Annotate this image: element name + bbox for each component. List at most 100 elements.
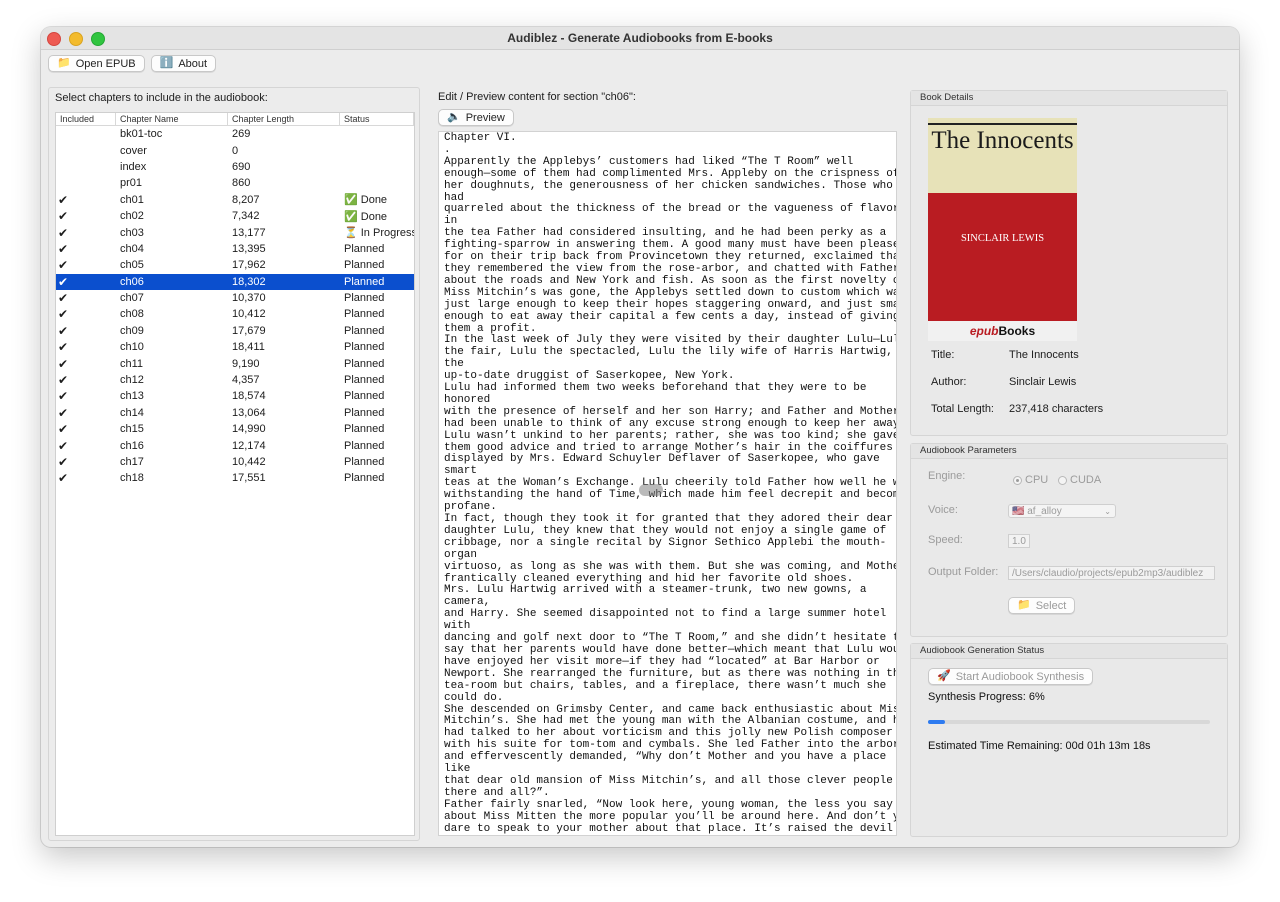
chapter-table[interactable]: Included Chapter Name Chapter Length Sta… bbox=[55, 112, 415, 836]
table-row[interactable]: cover 0 bbox=[56, 142, 414, 158]
table-row[interactable]: ✔ ch09 17,679 Planned bbox=[56, 323, 414, 339]
start-synthesis-button[interactable]: 🚀 Start Audiobook Synthesis bbox=[928, 668, 1094, 685]
included-checkmark[interactable]: ✔ bbox=[56, 193, 116, 207]
chapter-name: ch14 bbox=[120, 406, 144, 419]
included-checkmark[interactable]: ✔ bbox=[56, 455, 116, 469]
preview-button[interactable]: 🔈 Preview bbox=[438, 109, 514, 126]
chapter-name: ch07 bbox=[120, 292, 144, 305]
book-length-value: 237,418 characters bbox=[1009, 403, 1104, 415]
chapter-name: index bbox=[120, 160, 147, 173]
chapter-length: 10,412 bbox=[232, 308, 266, 321]
close-window-button[interactable] bbox=[47, 32, 61, 46]
header-chapter-length[interactable]: Chapter Length bbox=[228, 113, 340, 125]
chapter-length: 860 bbox=[232, 177, 251, 190]
table-row[interactable]: ✔ ch15 14,990 Planned bbox=[56, 421, 414, 437]
about-button[interactable]: ℹ️ About bbox=[150, 55, 217, 72]
about-label: About bbox=[178, 57, 208, 70]
chapter-name: ch03 bbox=[120, 226, 144, 239]
included-checkmark[interactable]: ✔ bbox=[56, 275, 116, 289]
included-checkmark[interactable]: ✔ bbox=[56, 209, 116, 223]
included-checkmark[interactable]: ✔ bbox=[56, 258, 116, 272]
included-checkmark[interactable]: ✔ bbox=[56, 406, 116, 420]
table-row[interactable]: ✔ ch16 12,174 Planned bbox=[56, 437, 414, 453]
chapter-length: 12,174 bbox=[232, 439, 266, 452]
book-title-label: Title: bbox=[931, 349, 955, 361]
generation-status-group: Audiobook Generation Status 🚀 Start Audi… bbox=[910, 643, 1228, 837]
chapter-status: Planned bbox=[344, 374, 385, 387]
book-title-row: Title: The Innocents bbox=[931, 349, 1079, 361]
chapter-name: ch18 bbox=[120, 472, 144, 485]
table-row[interactable]: ✔ ch07 10,370 Planned bbox=[56, 290, 414, 306]
chapter-length: 10,370 bbox=[232, 292, 266, 305]
engine-label: Engine: bbox=[928, 470, 966, 482]
table-row[interactable]: pr01 860 bbox=[56, 175, 414, 191]
cover-publisher: epubBooks bbox=[928, 321, 1077, 341]
book-author-row: Author: Sinclair Lewis bbox=[931, 376, 1076, 388]
output-folder-input[interactable]: /Users/claudio/projects/epub2mp3/audible… bbox=[1008, 566, 1215, 580]
chapter-status: Planned bbox=[344, 456, 385, 468]
table-row[interactable]: ✔ ch06 18,302 Planned bbox=[56, 273, 414, 290]
audiobook-parameters-group: Audiobook Parameters Engine: CPU CUDA Vo… bbox=[910, 443, 1228, 637]
table-row[interactable]: ✔ ch13 18,574 Planned bbox=[56, 388, 414, 404]
table-row[interactable]: ✔ ch05 17,962 Planned bbox=[56, 257, 414, 273]
book-author-value: Sinclair Lewis bbox=[1009, 376, 1077, 388]
engine-cpu-radio[interactable]: CPU bbox=[1013, 474, 1048, 486]
chapter-length: 4,357 bbox=[232, 374, 260, 387]
chapter-length: 7,342 bbox=[232, 210, 260, 223]
chapter-text-editor[interactable]: Chapter VI. . Apparently the Applebys’ c… bbox=[438, 131, 897, 836]
toolbar: 📁 Open EPUB ℹ️ About bbox=[48, 55, 217, 72]
speed-input[interactable]: 1.0 bbox=[1008, 534, 1030, 548]
chapter-name: ch06 bbox=[120, 275, 144, 288]
included-checkmark[interactable]: ✔ bbox=[56, 439, 116, 453]
chapter-name: cover bbox=[120, 144, 147, 157]
chapter-status: Planned bbox=[344, 308, 385, 321]
synthesis-progress-text: Synthesis Progress: 6% bbox=[928, 691, 1045, 703]
chapter-name: ch05 bbox=[120, 259, 144, 272]
included-checkmark[interactable]: ✔ bbox=[56, 324, 116, 338]
info-icon: ℹ️ bbox=[159, 57, 174, 69]
included-checkmark[interactable]: ✔ bbox=[56, 389, 116, 403]
chapter-length: 8,207 bbox=[232, 193, 260, 206]
included-checkmark[interactable]: ✔ bbox=[56, 471, 116, 485]
chapter-name: ch11 bbox=[120, 357, 144, 370]
table-row[interactable]: ✔ ch11 9,190 Planned bbox=[56, 355, 414, 371]
minimize-window-button[interactable] bbox=[69, 32, 83, 46]
included-checkmark[interactable]: ✔ bbox=[56, 307, 116, 321]
voice-select[interactable]: 🇺🇸 af_alloy ⌄ bbox=[1008, 504, 1116, 518]
table-row[interactable]: ✔ ch08 10,412 Planned bbox=[56, 306, 414, 322]
table-row[interactable]: ✔ ch17 10,442 Planned bbox=[56, 454, 414, 470]
window-title: Audiblez - Generate Audiobooks from E-bo… bbox=[507, 31, 773, 45]
included-checkmark[interactable]: ✔ bbox=[56, 422, 116, 436]
included-checkmark[interactable]: ✔ bbox=[56, 291, 116, 305]
included-checkmark[interactable]: ✔ bbox=[56, 373, 116, 387]
included-checkmark[interactable]: ✔ bbox=[56, 357, 116, 371]
table-row[interactable]: ✔ ch10 18,411 Planned bbox=[56, 339, 414, 355]
header-status[interactable]: Status bbox=[340, 113, 414, 125]
select-folder-button[interactable]: 📁 Select bbox=[1008, 597, 1076, 614]
table-row[interactable]: ✔ ch12 4,357 Planned bbox=[56, 372, 414, 388]
included-checkmark[interactable]: ✔ bbox=[56, 340, 116, 354]
table-row[interactable]: ✔ ch14 13,064 Planned bbox=[56, 405, 414, 421]
chapter-length: 13,177 bbox=[232, 226, 266, 239]
speaker-icon: 🔈 bbox=[447, 111, 461, 123]
table-row[interactable]: index 690 bbox=[56, 159, 414, 175]
chapter-length: 13,395 bbox=[232, 242, 266, 255]
open-epub-button[interactable]: 📁 Open EPUB bbox=[48, 55, 145, 72]
zoom-window-button[interactable] bbox=[91, 32, 105, 46]
table-row[interactable]: bk01-toc 269 bbox=[56, 126, 414, 142]
engine-cuda-radio[interactable]: CUDA bbox=[1058, 474, 1101, 486]
header-included[interactable]: Included bbox=[56, 113, 116, 125]
table-row[interactable]: ✔ ch02 7,342 ✅ Done bbox=[56, 208, 414, 224]
included-checkmark[interactable]: ✔ bbox=[56, 242, 116, 256]
book-cover-image: The Innocents SINCLAIR LEWIS epubBooks bbox=[928, 118, 1077, 341]
table-row[interactable]: ✔ ch18 17,551 Planned bbox=[56, 470, 414, 486]
header-chapter-name[interactable]: Chapter Name bbox=[116, 113, 228, 125]
chapter-name: ch02 bbox=[120, 210, 144, 223]
chapter-status: ⏳ In Progress bbox=[344, 227, 414, 240]
table-row[interactable]: ✔ ch04 13,395 Planned bbox=[56, 241, 414, 257]
table-row[interactable]: ✔ ch03 13,177 ⏳ In Progress bbox=[56, 224, 414, 240]
included-checkmark[interactable]: ✔ bbox=[56, 226, 116, 240]
chapter-length: 13,064 bbox=[232, 406, 266, 419]
table-row[interactable]: ✔ ch01 8,207 ✅ Done bbox=[56, 192, 414, 208]
window-controls bbox=[47, 32, 105, 46]
